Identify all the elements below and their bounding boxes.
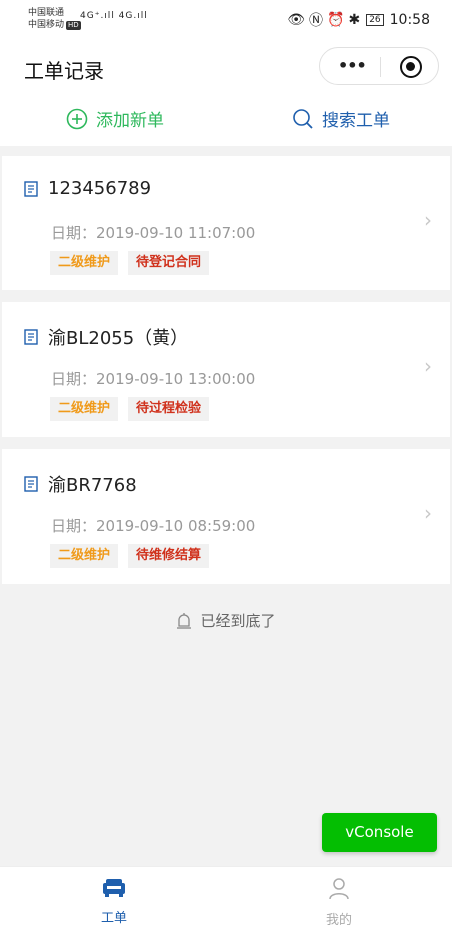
user-icon <box>329 878 349 900</box>
signal-icon: 4G⁺.ıll 4G.ıll <box>80 11 148 21</box>
order-card[interactable]: 123456789 日期：2019-09-10 11:07:00 › 二级维护 … <box>2 156 450 290</box>
order-tags: 二级维护 待维修结算 <box>50 544 210 568</box>
order-title: 123456789 <box>24 178 151 199</box>
end-of-list-message: 已经到底了 <box>0 610 452 631</box>
maintenance-level-badge: 二级维护 <box>50 544 119 568</box>
order-tags: 二级维护 待登记合同 <box>50 251 210 275</box>
document-icon <box>24 476 38 492</box>
clock: 10:58 <box>389 12 430 28</box>
date-label: 日期： <box>51 517 97 535</box>
order-id: 渝BL2055（黄） <box>48 328 189 349</box>
nav-bar: 工单记录 ••• <box>0 40 452 94</box>
tab-work-label: 工单 <box>100 911 127 926</box>
alarm-icon: ⏰ <box>327 12 345 28</box>
document-icon <box>24 329 38 345</box>
more-icon[interactable]: ••• <box>338 58 367 74</box>
date-value: 2019-09-10 08:59:00 <box>96 517 256 535</box>
date-label: 日期： <box>51 370 97 388</box>
status-bar: 中国联通 中国移动 HD 4G⁺.ıll 4G.ıll 👁 Ⓝ ⏰ ✱ 26 10… <box>0 0 452 40</box>
status-badge: 待登记合同 <box>128 251 210 275</box>
order-card[interactable]: 渝BR7768 日期：2019-09-10 08:59:00 › 二级维护 待维… <box>2 449 450 584</box>
battery-icon: 26 <box>366 14 384 26</box>
tab-me[interactable]: 我的 <box>299 877 379 928</box>
nfc-icon: Ⓝ <box>309 13 324 29</box>
order-id: 123456789 <box>48 178 152 199</box>
add-order-button[interactable]: 添加新单 <box>66 106 164 131</box>
tab-me-label: 我的 <box>325 913 352 928</box>
mini-program-capsule: ••• <box>319 47 439 85</box>
vconsole-button[interactable]: vConsole <box>322 813 437 852</box>
eye-icon: 👁 <box>287 12 306 28</box>
status-badge: 待过程检验 <box>128 397 210 421</box>
order-card[interactable]: 渝BL2055（黄） 日期：2019-09-10 13:00:00 › 二级维护… <box>2 302 450 437</box>
date-label: 日期： <box>51 224 97 242</box>
order-title: 渝BR7768 <box>24 471 137 497</box>
date-value: 2019-09-10 11:07:00 <box>96 224 256 242</box>
hd-badge: HD <box>66 21 81 30</box>
alarm-bell-icon <box>177 612 192 629</box>
bluetooth-icon: ✱ <box>348 12 361 28</box>
date-value: 2019-09-10 13:00:00 <box>96 370 256 388</box>
chevron-right-icon: › <box>424 208 432 232</box>
order-title: 渝BL2055（黄） <box>24 324 188 350</box>
end-message-text: 已经到底了 <box>200 612 276 630</box>
chevron-right-icon: › <box>424 354 432 378</box>
add-order-label: 添加新单 <box>96 111 164 131</box>
tab-work-orders[interactable]: 工单 <box>74 877 154 926</box>
maintenance-level-badge: 二级维护 <box>50 397 119 421</box>
carrier-2: 中国移动 <box>28 20 65 30</box>
tab-bar: 工单 我的 <box>0 866 452 935</box>
document-icon <box>24 180 38 197</box>
carrier-1: 中国联通 <box>28 8 65 18</box>
page-title: 工单记录 <box>24 59 104 83</box>
order-date: 日期：2019-09-10 13:00:00 <box>51 368 255 389</box>
search-order-button[interactable]: 搜索工单 <box>292 106 390 131</box>
search-icon <box>293 108 313 129</box>
status-badge: 待维修结算 <box>128 544 210 568</box>
chevron-right-icon: › <box>424 501 432 525</box>
search-order-label: 搜索工单 <box>322 111 390 131</box>
order-tags: 二级维护 待过程检验 <box>50 397 210 421</box>
system-icons: 👁 Ⓝ ⏰ ✱ 26 10:58 <box>287 10 430 30</box>
capsule-divider <box>380 57 381 77</box>
order-date: 日期：2019-09-10 08:59:00 <box>51 515 255 536</box>
car-icon <box>103 879 125 897</box>
add-circle-icon <box>66 108 88 129</box>
action-bar: 添加新单 搜索工单 <box>0 94 452 146</box>
maintenance-level-badge: 二级维护 <box>50 251 119 275</box>
order-id: 渝BR7768 <box>48 475 137 496</box>
carrier-info: 中国联通 中国移动 HD <box>28 7 81 31</box>
order-date: 日期：2019-09-10 11:07:00 <box>51 222 255 243</box>
close-miniprogram-icon[interactable] <box>400 56 422 78</box>
